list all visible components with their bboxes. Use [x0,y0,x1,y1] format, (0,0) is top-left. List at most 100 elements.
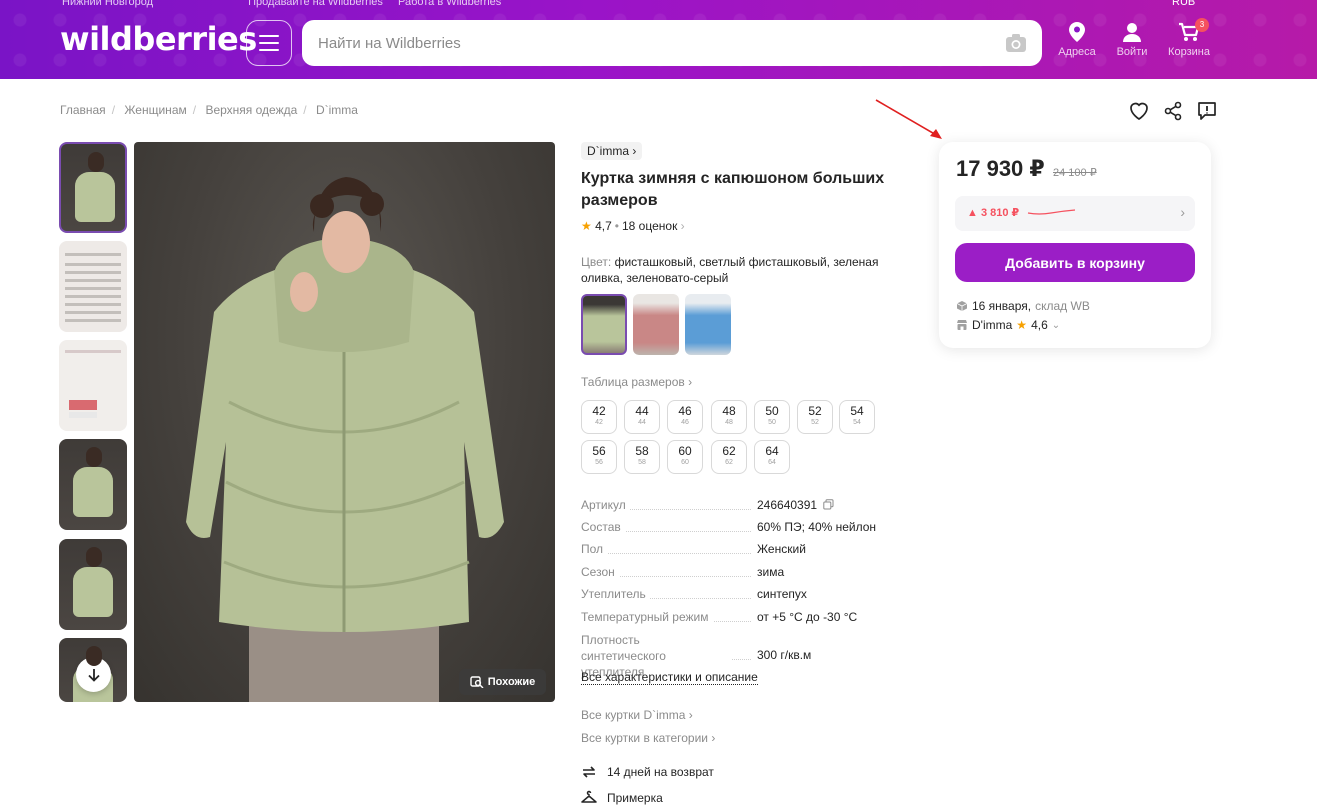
cart-button[interactable]: 3 Корзина [1165,18,1213,58]
logo[interactable]: wildberries [60,20,257,58]
color-swatch[interactable] [685,294,731,355]
location-pin-icon [1069,22,1085,42]
spec-value: 300 г/кв.м [757,648,812,662]
size-option[interactable]: 54 54 [839,400,875,434]
size-option[interactable]: 52 52 [797,400,833,434]
seller-name: D'imma [972,318,1013,332]
gallery-thumbnail[interactable] [59,340,127,431]
similar-button[interactable]: Похожие [459,669,546,695]
currency-selector[interactable]: RUB [1172,0,1195,8]
menu-button[interactable] [246,20,292,66]
hanger-icon [581,790,597,803]
size-option[interactable]: 46 46 [667,400,703,434]
size-option[interactable]: 62 62 [711,440,747,474]
brand-link[interactable]: D`imma › [581,142,643,160]
breadcrumb-item[interactable]: Женщинам [124,103,186,117]
camera-icon[interactable] [1005,33,1027,53]
work-link[interactable]: Работа в Wildberries [398,0,501,8]
similar-search-icon [470,676,484,688]
shop-icon [957,320,967,330]
fitting-label: Примерка [607,791,663,805]
size-option[interactable]: 50 50 [754,400,790,434]
size-option[interactable]: 44 44 [624,400,660,434]
gallery-thumbnail[interactable] [59,539,127,630]
heart-icon[interactable] [1128,100,1150,122]
spec-value: от +5 °C до -30 °C [757,610,858,624]
addresses-button[interactable]: Адреса [1058,22,1096,58]
share-icon[interactable] [1162,100,1184,122]
breadcrumb-item[interactable]: D`imma [316,103,358,117]
spec-value: 246640391 [757,498,834,512]
all-characteristics-link[interactable]: Все характеристики и описание [581,670,758,685]
color-info: Цвет: фисташковый, светлый фисташковый, … [581,254,911,286]
size-option[interactable]: 60 60 [667,440,703,474]
cart-label: Корзина [1168,46,1210,58]
product-actions [1128,100,1218,122]
chevron-right-icon: › [1180,204,1185,220]
spec-key: Сезон [581,565,619,579]
category-jackets-link[interactable]: Все куртки в категории › [581,731,715,745]
return-arrows-icon [583,766,595,778]
spec-key: Пол [581,542,608,556]
spec-key: Утеплитель [581,587,650,601]
main-product-photo[interactable] [134,142,555,702]
jacket-photo-illustration [186,177,504,702]
annotation-arrow [875,99,942,139]
price-delta: ▲ 3 810 ₽ [967,207,1020,219]
site-header: Нижний Новгород Продавайте на Wildberrie… [0,0,1317,79]
size-option[interactable]: 58 58 [624,440,660,474]
size-option[interactable]: 42 42 [581,400,617,434]
size-option[interactable]: 64 64 [754,440,790,474]
chevron-down-icon: ⌄ [1051,319,1061,331]
reviews-count: 18 оценок [622,219,678,233]
city-selector[interactable]: Нижний Новгород [62,0,153,8]
addresses-label: Адреса [1058,46,1096,58]
rating-value: 4,7 [595,219,612,233]
spec-value: зима [757,565,785,579]
login-label: Войти [1116,46,1148,58]
seller-info[interactable]: D'imma ★ 4,6 ⌄ [956,318,1060,332]
size-table-link[interactable]: Таблица размеров › [581,375,692,389]
seller-rating: 4,6 [1031,318,1048,332]
delivery-date: 16 января, [972,299,1032,313]
return-info[interactable]: 14 дней на возврат [581,764,714,780]
size-option[interactable]: 56 56 [581,440,617,474]
color-swatch[interactable] [581,294,627,355]
report-icon[interactable] [1196,100,1218,122]
spec-value: синтепух [757,587,807,601]
search-input[interactable] [302,20,1042,66]
login-button[interactable]: Войти [1114,22,1150,58]
product-rating[interactable]: ★ 4,7 • 18 оценок › [581,219,685,233]
gallery-thumbnail[interactable] [59,142,127,233]
gallery-thumbnail[interactable] [59,241,127,332]
gallery-thumbnail[interactable] [59,439,127,530]
delivery-info: 16 января, склад WB [956,299,1090,313]
spec-key: Состав [581,520,625,534]
menu-icon [259,35,279,37]
breadcrumb-item[interactable]: Верхняя одежда [205,103,297,117]
similar-label: Похожие [487,676,536,688]
user-icon [1123,23,1141,42]
star-icon: ★ [1016,318,1028,332]
spec-key: Температурный режим [581,610,713,624]
color-value: фисташковый, светлый фисташковый, зелена… [581,255,879,285]
return-label: 14 дней на возврат [607,765,714,779]
add-to-cart-button[interactable]: Добавить в корзину [955,243,1195,282]
brand-jackets-link[interactable]: Все куртки D`imma › [581,708,693,722]
color-swatch[interactable] [633,294,679,355]
size-option[interactable]: 48 48 [711,400,747,434]
price-trend-sparkline [1027,209,1076,215]
sell-link[interactable]: Продавайте на Wildberries [248,0,383,8]
warehouse-label: склад WB [1035,299,1090,313]
current-price: 17 930 ₽ [956,156,1045,181]
breadcrumb-item[interactable]: Главная [60,103,106,117]
star-icon: ★ [581,219,592,233]
price-history-button[interactable]: ▲ 3 810 ₽ › [955,196,1195,231]
spec-key: Артикул [581,498,630,512]
copy-icon[interactable] [823,499,834,510]
price-card: 17 930 ₽ 24 100 ₽ ▲ 3 810 ₽ › Добавить в… [939,142,1211,348]
cart-count-badge: 3 [1195,18,1209,32]
fitting-info[interactable]: Примерка [581,790,663,806]
old-price: 24 100 ₽ [1053,167,1097,179]
spec-value: 60% ПЭ; 40% нейлон [757,520,877,534]
